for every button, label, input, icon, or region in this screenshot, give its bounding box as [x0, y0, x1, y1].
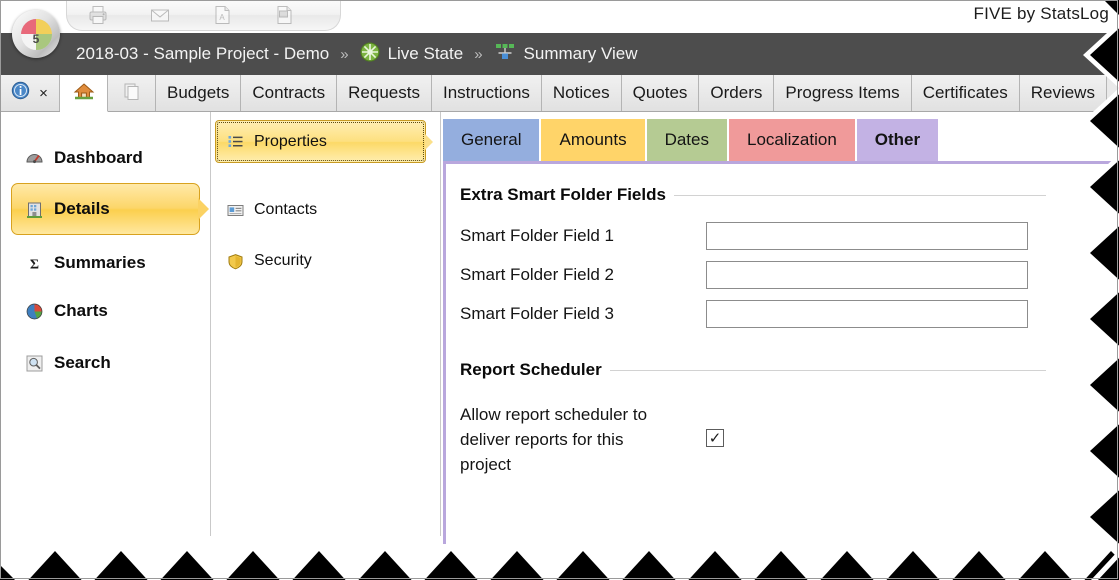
sidebar-item-dashboard[interactable]: Dashboard [12, 143, 197, 173]
tab-budgets[interactable]: Budgets [156, 75, 242, 111]
section-title: Report Scheduler [460, 360, 602, 379]
content-tabstrip: General Amounts Dates Localization Other [443, 119, 939, 161]
field-label: Smart Folder Field 2 [460, 265, 614, 284]
breadcrumb-separator-1: » [340, 45, 349, 63]
content-tab-dates[interactable]: Dates [646, 119, 729, 161]
tab-certificates[interactable]: Certificates [911, 75, 1020, 111]
svg-text:A: A [219, 13, 225, 22]
breadcrumb-separator-2: » [474, 45, 483, 63]
field-row-smart-folder-3: Smart Folder Field 3 [460, 300, 1028, 328]
excel-icon[interactable] [253, 1, 315, 29]
subnav-item-security[interactable]: Security [216, 247, 424, 275]
sidebar-item-label: Charts [54, 301, 108, 320]
tab-requests[interactable]: Requests [337, 75, 432, 111]
tab-orders[interactable]: Orders [699, 75, 775, 111]
smart-folder-field-2-input[interactable] [706, 261, 1028, 289]
content-tab-general[interactable]: General [443, 119, 542, 161]
brand-label: FIVE by StatsLog [973, 4, 1109, 23]
tab-quotes[interactable]: Quotes [621, 75, 700, 111]
sidebar-item-summaries[interactable]: Σ Summaries [12, 248, 197, 278]
quick-toolbar: A [66, 0, 341, 31]
field-label: Smart Folder Field 3 [460, 304, 614, 323]
breadcrumb-summary-view[interactable]: Summary View [494, 42, 638, 67]
smart-folder-field-3-input[interactable] [706, 300, 1028, 328]
field-row-report-scheduler: Allow report scheduler to deliver report… [460, 402, 724, 477]
sidebar-item-charts[interactable]: Charts [12, 296, 197, 326]
info-icon [11, 81, 30, 105]
logo-quadrants: 5 [20, 18, 52, 50]
home-icon [73, 81, 95, 106]
subnav-item-label: Security [254, 252, 312, 269]
tab-home[interactable] [60, 75, 108, 112]
tab-contracts[interactable]: Contracts [241, 75, 338, 111]
field-row-smart-folder-2: Smart Folder Field 2 [460, 261, 1028, 289]
copy-pages-icon [121, 81, 143, 106]
subnav-item-properties[interactable]: Properties [215, 120, 426, 163]
section-rule [673, 194, 1046, 196]
contact-card-icon [226, 201, 244, 219]
summary-view-icon [494, 42, 516, 67]
field-row-smart-folder-1: Smart Folder Field 1 [460, 222, 1028, 250]
pie-chart-icon [24, 301, 44, 321]
section-extra-smart-folder-fields: Extra Smart Folder Fields [460, 185, 1046, 205]
tab-instructions[interactable]: Instructions [431, 75, 542, 111]
breadcrumb-project-label: 2018-03 - Sample Project - Demo [76, 44, 330, 63]
gauge-icon [24, 148, 44, 168]
subnav-item-label: Properties [254, 132, 327, 150]
section-rule [609, 369, 1046, 371]
ribbon-tabstrip: × Budgets Contracts Requests Instruction [0, 75, 1119, 112]
list-icon [226, 133, 244, 151]
shield-icon [226, 252, 244, 270]
pdf-icon[interactable]: A [191, 1, 253, 29]
sidebar-item-label: Summaries [54, 253, 146, 272]
tab-notices[interactable]: Notices [541, 75, 622, 111]
breadcrumb-project[interactable]: 2018-03 - Sample Project - Demo [76, 44, 329, 64]
building-icon [24, 199, 44, 219]
section-report-scheduler: Report Scheduler [460, 360, 1046, 380]
subnav-divider [440, 112, 441, 536]
sidebar-item-search[interactable]: Search [12, 348, 197, 378]
sidebar-item-label: Details [54, 199, 110, 218]
tab-copy[interactable] [108, 75, 156, 111]
subnav-item-label: Contacts [254, 201, 318, 218]
svg-text:Σ: Σ [29, 257, 38, 272]
content-tab-other[interactable]: Other [856, 119, 939, 161]
five-logo[interactable]: 5 [12, 10, 60, 58]
sidebar-item-label: Dashboard [54, 148, 143, 167]
checkmark-icon: ✓ [708, 429, 722, 447]
tab-progress-items[interactable]: Progress Items [774, 75, 912, 111]
breadcrumb-live-state[interactable]: Live State [360, 42, 464, 67]
sidebar: Dashboard Details Σ Summaries Charts Sea… [0, 112, 210, 536]
tab-reviews[interactable]: Reviews [1019, 75, 1107, 111]
top-toolbar-band: A FIVE by StatsLog [0, 0, 1119, 33]
content-tab-localization[interactable]: Localization [729, 119, 857, 161]
email-icon[interactable] [129, 1, 191, 29]
magnifier-icon [24, 353, 44, 373]
breadcrumb-summary-view-label: Summary View [523, 44, 638, 63]
live-state-icon [360, 42, 380, 67]
tab-info[interactable]: × [0, 75, 60, 111]
breadcrumb-live-state-label: Live State [387, 44, 464, 63]
print-icon[interactable] [67, 1, 129, 29]
logo-label: 5 [32, 31, 40, 46]
field-label: Smart Folder Field 1 [460, 226, 614, 245]
section-title: Extra Smart Folder Fields [460, 185, 666, 204]
report-scheduler-checkbox[interactable]: ✓ [706, 429, 724, 447]
report-scheduler-label: Allow report scheduler to deliver report… [460, 405, 648, 474]
sidebar-item-details[interactable]: Details [11, 183, 200, 235]
smart-folder-field-1-input[interactable] [706, 222, 1028, 250]
other-tab-panel: Extra Smart Folder Fields Smart Folder F… [443, 161, 1119, 544]
subnav: Properties Contacts Security [211, 112, 440, 536]
content-tab-amounts[interactable]: Amounts [541, 119, 647, 161]
sigma-icon: Σ [24, 253, 44, 273]
sidebar-item-label: Search [54, 353, 111, 372]
close-icon[interactable]: × [39, 86, 48, 101]
subnav-item-contacts[interactable]: Contacts [216, 196, 424, 224]
breadcrumb: 2018-03 - Sample Project - Demo » Live S… [0, 33, 1119, 75]
